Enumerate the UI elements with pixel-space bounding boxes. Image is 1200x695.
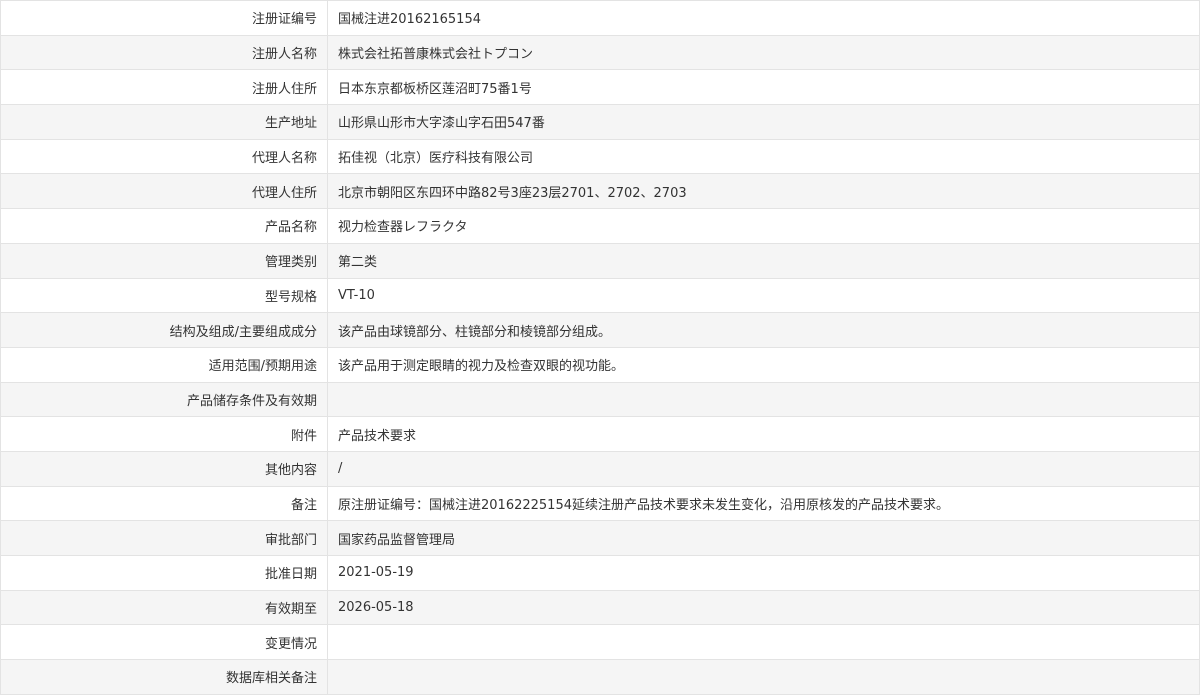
table-row: 生产地址 山形県山形市大字漆山字石田547番 (0, 104, 1200, 140)
table-row: 有效期至 2026-05-18 (0, 589, 1200, 626)
table-row: 数据库相关备注 (0, 659, 1200, 695)
row-label: 结构及组成/主要组成成分 (0, 312, 328, 348)
row-label: 注册人住所 (0, 69, 328, 106)
row-value: 第二类 (327, 242, 1200, 279)
row-label: 审批部门 (0, 520, 328, 556)
row-label: 数据库相关备注 (0, 659, 328, 695)
row-value: 日本东京都板桥区莲沼町75番1号 (327, 69, 1200, 106)
table-body: 注册证编号 国械注进20162165154 注册人名称 株式会社拓普康株式会社トプコン… (0, 0, 1200, 695)
row-value: 株式会社拓普康株式会社トプコン (327, 34, 1200, 71)
table-row: 结构及组成/主要组成成分 该产品由球镜部分、柱镜部分和棱镜部分组成。 (0, 312, 1200, 348)
row-label: 产品名称 (0, 208, 328, 244)
table-row: 备注 原注册证编号：国械注进20162225154延续注册产品技术要求未发生变化，… (0, 485, 1200, 522)
row-label: 型号规格 (0, 277, 328, 314)
row-label: 代理人名称 (0, 138, 328, 175)
row-value: VT-10 (327, 277, 1200, 314)
table-row: 批准日期 2021-05-19 (0, 555, 1200, 591)
registration-detail-table: 注册证编号 国械注进20162165154 注册人名称 株式会社拓普康株式会社トプコン… (0, 0, 1200, 695)
table-row: 产品名称 视力检查器レフラクタ (0, 208, 1200, 244)
row-label: 注册证编号 (0, 0, 328, 36)
row-value: 原注册证编号：国械注进20162225154延续注册产品技术要求未发生变化，沿用… (327, 485, 1200, 522)
row-label: 生产地址 (0, 104, 328, 140)
row-value (327, 624, 1200, 661)
row-label: 批准日期 (0, 555, 328, 591)
table-row: 产品储存条件及有效期 (0, 381, 1200, 418)
row-value (327, 659, 1200, 695)
row-label: 注册人名称 (0, 34, 328, 71)
row-label: 变更情况 (0, 624, 328, 661)
table-row: 审批部门 国家药品监督管理局 (0, 520, 1200, 556)
table-row: 注册人名称 株式会社拓普康株式会社トプコン (0, 34, 1200, 71)
table-row: 代理人住所 北京市朝阳区东四环中路82号3座23层2701、2702、2703 (0, 173, 1200, 210)
row-label: 备注 (0, 485, 328, 522)
row-value: / (327, 450, 1200, 487)
row-value: 拓佳视（北京）医疗科技有限公司 (327, 138, 1200, 175)
row-value: 2026-05-18 (327, 589, 1200, 626)
row-label: 有效期至 (0, 589, 328, 626)
row-label: 附件 (0, 416, 328, 452)
row-value: 视力检查器レフラクタ (327, 208, 1200, 244)
row-label: 其他内容 (0, 450, 328, 487)
row-value: 该产品用于测定眼睛的视力及检查双眼的视功能。 (327, 346, 1200, 383)
row-value: 国家药品监督管理局 (327, 520, 1200, 556)
row-label: 代理人住所 (0, 173, 328, 210)
row-label: 管理类别 (0, 242, 328, 279)
table-row: 适用范围/预期用途 该产品用于测定眼睛的视力及检查双眼的视功能。 (0, 346, 1200, 383)
row-value: 山形県山形市大字漆山字石田547番 (327, 104, 1200, 140)
table-row: 注册人住所 日本东京都板桥区莲沼町75番1号 (0, 69, 1200, 106)
row-value: 2021-05-19 (327, 555, 1200, 591)
table-row: 管理类别 第二类 (0, 242, 1200, 279)
row-label: 产品储存条件及有效期 (0, 381, 328, 418)
row-value: 国械注进20162165154 (327, 0, 1200, 36)
row-value: 该产品由球镜部分、柱镜部分和棱镜部分组成。 (327, 312, 1200, 348)
row-value (327, 381, 1200, 418)
row-label: 适用范围/预期用途 (0, 346, 328, 383)
row-value: 北京市朝阳区东四环中路82号3座23层2701、2702、2703 (327, 173, 1200, 210)
table-row: 注册证编号 国械注进20162165154 (0, 0, 1200, 36)
table-row: 代理人名称 拓佳视（北京）医疗科技有限公司 (0, 138, 1200, 175)
table-row: 附件 产品技术要求 (0, 416, 1200, 452)
table-row: 其他内容 / (0, 450, 1200, 487)
row-value: 产品技术要求 (327, 416, 1200, 452)
table-row: 变更情况 (0, 624, 1200, 661)
table-row: 型号规格 VT-10 (0, 277, 1200, 314)
